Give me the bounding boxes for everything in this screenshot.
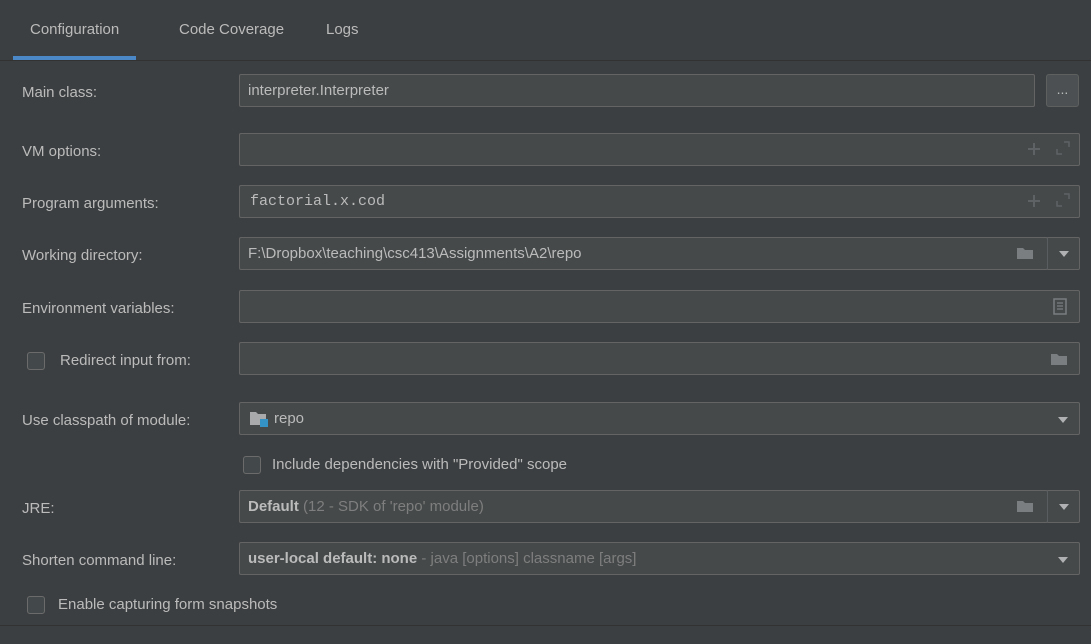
redirect-input-field[interactable]: [239, 342, 1080, 375]
expand-icon[interactable]: [1055, 140, 1071, 156]
chevron-down-icon: [1058, 417, 1068, 423]
main-class-field[interactable]: interpreter.Interpreter: [239, 74, 1035, 107]
redirect-input-checkbox[interactable]: [27, 352, 45, 370]
program-arguments-label: Program arguments:: [22, 195, 159, 212]
include-dependencies-checkbox[interactable]: [243, 456, 261, 474]
shorten-command-line-label: Shorten command line:: [22, 552, 177, 569]
environment-variables-label: Environment variables:: [22, 300, 175, 317]
chevron-down-icon: [1058, 557, 1068, 563]
document-icon[interactable]: [1053, 298, 1067, 315]
include-dependencies-label: Include dependencies with "Provided" sco…: [272, 456, 568, 473]
program-arguments-field[interactable]: factorial.x.cod: [239, 185, 1080, 218]
working-directory-field[interactable]: F:\Dropbox\teaching\csc413\Assignments\A…: [239, 237, 1048, 270]
classpath-module-label: Use classpath of module:: [22, 412, 191, 429]
working-directory-dropdown[interactable]: [1047, 237, 1080, 270]
chevron-down-icon: [1059, 504, 1069, 510]
jre-hint: (12 - SDK of 'repo' module): [303, 498, 484, 515]
classpath-module-value: repo: [274, 410, 305, 427]
jre-dropdown[interactable]: [1047, 490, 1080, 523]
folder-icon[interactable]: [1016, 246, 1034, 260]
shorten-command-line-value: user-local default: none: [248, 550, 418, 567]
tab-configuration[interactable]: Configuration: [12, 0, 137, 60]
shorten-command-line-select[interactable]: user-local default: none - java [options…: [239, 542, 1080, 575]
vm-options-field[interactable]: [239, 133, 1080, 166]
main-class-label: Main class:: [22, 84, 98, 101]
vm-options-label: VM options:: [22, 143, 102, 160]
tab-code-coverage[interactable]: Code Coverage: [179, 0, 284, 60]
classpath-module-select[interactable]: repo: [239, 402, 1080, 435]
ellipsis-icon: ...: [1056, 81, 1069, 97]
jre-field[interactable]: Default (12 - SDK of 'repo' module): [239, 490, 1048, 523]
expand-icon[interactable]: [1055, 192, 1071, 208]
chevron-down-icon: [1059, 251, 1069, 257]
environment-variables-field[interactable]: [239, 290, 1080, 323]
working-directory-label: Working directory:: [22, 247, 143, 264]
jre-label: JRE:: [22, 500, 55, 517]
plus-icon[interactable]: [1027, 194, 1041, 208]
jre-value: Default: [248, 498, 299, 515]
browse-main-class-button[interactable]: ...: [1046, 74, 1079, 107]
plus-icon[interactable]: [1027, 142, 1041, 156]
enable-capturing-checkbox[interactable]: [27, 596, 45, 614]
enable-capturing-label: Enable capturing form snapshots: [58, 596, 278, 613]
module-folder-icon: [250, 412, 268, 427]
tab-bar: Configuration Code Coverage Logs: [0, 0, 1091, 61]
folder-icon[interactable]: [1016, 499, 1034, 513]
folder-icon[interactable]: [1050, 352, 1068, 366]
redirect-input-label: Redirect input from:: [60, 352, 191, 369]
shorten-command-line-hint: - java [options] classname [args]: [421, 550, 637, 567]
tab-logs[interactable]: Logs: [326, 0, 359, 60]
bottom-divider: [0, 625, 1091, 644]
